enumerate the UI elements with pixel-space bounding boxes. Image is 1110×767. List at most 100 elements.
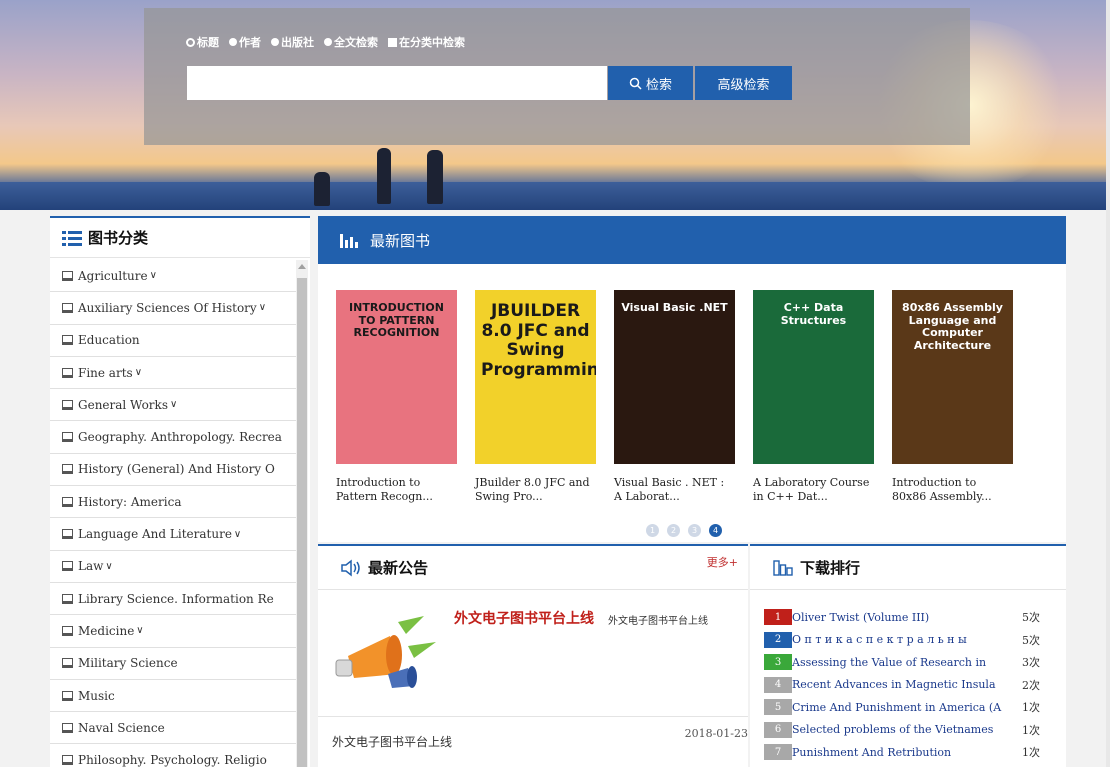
radio-icon[interactable] [271, 38, 279, 46]
monitor-icon [62, 399, 73, 410]
sidebar-item[interactable]: Agriculture ∨ [50, 260, 296, 293]
sidebar-item[interactable]: Fine arts ∨ [50, 357, 296, 390]
carousel-dot[interactable]: 4 [709, 524, 722, 537]
chevron-down-icon[interactable]: ∨ [170, 399, 177, 410]
notice-headline[interactable]: 外文电子图书平台上线 [454, 608, 594, 628]
ranking-item[interactable]: 1 Oliver Twist (Volume III) 5次 [764, 606, 1064, 629]
chevron-down-icon[interactable]: ∨ [234, 529, 241, 540]
book-title[interactable]: Introduction to 80x86 Assembly... [892, 476, 1013, 504]
search-input[interactable] [187, 66, 607, 100]
chevron-down-icon[interactable]: ∨ [135, 367, 142, 378]
search-option[interactable]: 出版社 [271, 34, 314, 50]
sidebar-item[interactable]: Law ∨ [50, 551, 296, 583]
advanced-search-button[interactable]: 高级检索 [695, 66, 792, 100]
book-cover[interactable]: Visual Basic .NET [614, 290, 735, 464]
search-option[interactable]: 标题 [186, 34, 219, 50]
sidebar-item[interactable]: Naval Science [50, 712, 296, 745]
sidebar-item[interactable]: History (General) And History O [50, 454, 296, 487]
book-card[interactable]: C++ Data Structures A Laboratory Course i… [753, 290, 874, 504]
notice-footer-text[interactable]: 外文电子图书平台上线 [332, 733, 452, 750]
scroll-up-arrow[interactable] [298, 264, 306, 269]
chevron-down-icon[interactable]: ∨ [259, 302, 266, 313]
monitor-icon [62, 722, 73, 733]
chevron-down-icon[interactable]: ∨ [150, 270, 157, 281]
book-cover-text: JBUILDER 8.0 JFC and Swing Programming [481, 301, 596, 380]
book-card[interactable]: INTRODUCTION TO PATTERN RECOGNITION Intro… [336, 290, 457, 504]
sidebar-item[interactable]: Music [50, 680, 296, 713]
sidebar-item[interactable]: Library Science. Information Re [50, 583, 296, 616]
sidebar-item[interactable]: Military Science [50, 648, 296, 680]
book-title[interactable]: JBuilder 8.0 JFC and Swing Pro... [475, 476, 596, 504]
book-card[interactable]: JBUILDER 8.0 JFC and Swing Programming JB… [475, 290, 596, 504]
radio-icon[interactable] [229, 38, 237, 46]
monitor-icon [62, 690, 73, 701]
chevron-down-icon[interactable]: ∨ [136, 625, 143, 636]
rank-title[interactable]: Punishment And Retribution [792, 746, 1002, 759]
rank-title[interactable]: Crime And Punishment in America (A [792, 701, 1002, 714]
monitor-icon [62, 625, 73, 636]
sidebar-item[interactable]: Education [50, 325, 296, 357]
rank-title[interactable]: О п т и к а с п е к т р а л ь н ы [792, 633, 1002, 646]
book-cover-text: INTRODUCTION TO PATTERN RECOGNITION [349, 301, 444, 340]
rank-title[interactable]: Assessing the Value of Research in [792, 656, 1002, 669]
search-option[interactable]: 全文检索 [324, 34, 378, 50]
search-panel: 标题 作者 出版社 全文检索 在分类中检索 检索 高级检索 [144, 8, 970, 145]
book-card[interactable]: Visual Basic .NET Visual Basic . NET : A … [614, 290, 735, 504]
chevron-down-icon[interactable]: ∨ [105, 561, 112, 572]
sidebar-item[interactable]: Language And Literature ∨ [50, 518, 296, 551]
sidebar-item[interactable]: General Works ∨ [50, 389, 296, 422]
carousel-pagination: 1234 [646, 524, 722, 537]
sidebar-item-label: Military Science [78, 656, 178, 671]
sidebar-item[interactable]: Philosophy. Psychology. Religio [50, 744, 296, 767]
announcement-header: 最新公告 [318, 546, 748, 590]
ranking-item[interactable]: 5 Crime And Punishment in America (A 1次 [764, 696, 1064, 719]
carousel-dot[interactable]: 2 [667, 524, 680, 537]
more-link[interactable]: 更多+ [707, 554, 738, 570]
ranking-item[interactable]: 4 Recent Advances in Magnetic Insula 2次 [764, 674, 1064, 697]
rank-title[interactable]: Oliver Twist (Volume III) [792, 611, 1002, 624]
ranking-list: 1 Oliver Twist (Volume III) 5次 2 О п т и к а… [764, 606, 1064, 764]
sidebar-item[interactable]: Medicine ∨ [50, 615, 296, 648]
sidebar-item-label: Philosophy. Psychology. Religio [78, 753, 267, 767]
carousel-dot[interactable]: 1 [646, 524, 659, 537]
rank-number: 1 [764, 609, 792, 626]
page-scrollbar[interactable] [1106, 0, 1110, 767]
list-icon [62, 230, 82, 246]
ranking-item[interactable]: 2О п т и к а с п е к т р а л ь н ы 5次 [764, 629, 1064, 652]
rank-title[interactable]: Selected problems of the Vietnames [792, 723, 1002, 736]
sidebar-item[interactable]: Auxiliary Sciences Of History ∨ [50, 292, 296, 325]
search-option-label: 作者 [239, 36, 261, 49]
scroll-thumb[interactable] [297, 278, 307, 767]
radio-icon[interactable] [324, 38, 332, 46]
book-title[interactable]: Introduction to Pattern Recogn... [336, 476, 457, 504]
new-books-panel: 最新图书 INTRODUCTION TO PATTERN RECOGNITION… [318, 216, 1066, 542]
rank-title[interactable]: Recent Advances in Magnetic Insula [792, 678, 1002, 691]
book-title[interactable]: Visual Basic . NET : A Laborat... [614, 476, 735, 504]
search-button[interactable]: 检索 [608, 66, 693, 100]
sidebar-item-label: Law [78, 559, 104, 574]
search-option[interactable]: 在分类中检索 [388, 34, 465, 50]
download-ranking-panel: 下载排行 1 Oliver Twist (Volume III) 5次 2 О п т … [750, 544, 1066, 767]
search-option[interactable]: 作者 [229, 34, 261, 50]
ranking-item[interactable]: 3 Assessing the Value of Research in 3次 [764, 651, 1064, 674]
rank-count: 3次 [1022, 656, 1040, 670]
monitor-icon [62, 335, 73, 346]
book-title[interactable]: A Laboratory Course in C++ Dat... [753, 476, 874, 504]
rank-number: 4 [764, 676, 792, 693]
carousel-dot[interactable]: 3 [688, 524, 701, 537]
ranking-item[interactable]: 7 Punishment And Retribution 1次 [764, 741, 1064, 764]
sidebar-scrollbar[interactable] [296, 260, 308, 767]
rank-number: 2 [764, 631, 792, 648]
ranking-item[interactable]: 6 Selected problems of the Vietnames 1次 [764, 719, 1064, 742]
book-cover[interactable]: INTRODUCTION TO PATTERN RECOGNITION [336, 290, 457, 464]
book-card[interactable]: 80x86 Assembly Language and Computer Arc… [892, 290, 1013, 504]
book-cover[interactable]: JBUILDER 8.0 JFC and Swing Programming [475, 290, 596, 464]
book-cover[interactable]: C++ Data Structures [753, 290, 874, 464]
checkbox-icon[interactable] [388, 37, 397, 47]
rank-count: 1次 [1022, 746, 1040, 760]
radio-icon[interactable] [186, 37, 195, 47]
sidebar-item[interactable]: History: America [50, 486, 296, 519]
new-books-header: 最新图书 [318, 216, 1066, 264]
book-cover[interactable]: 80x86 Assembly Language and Computer Arc… [892, 290, 1013, 464]
sidebar-item[interactable]: Geography. Anthropology. Recrea [50, 421, 296, 454]
